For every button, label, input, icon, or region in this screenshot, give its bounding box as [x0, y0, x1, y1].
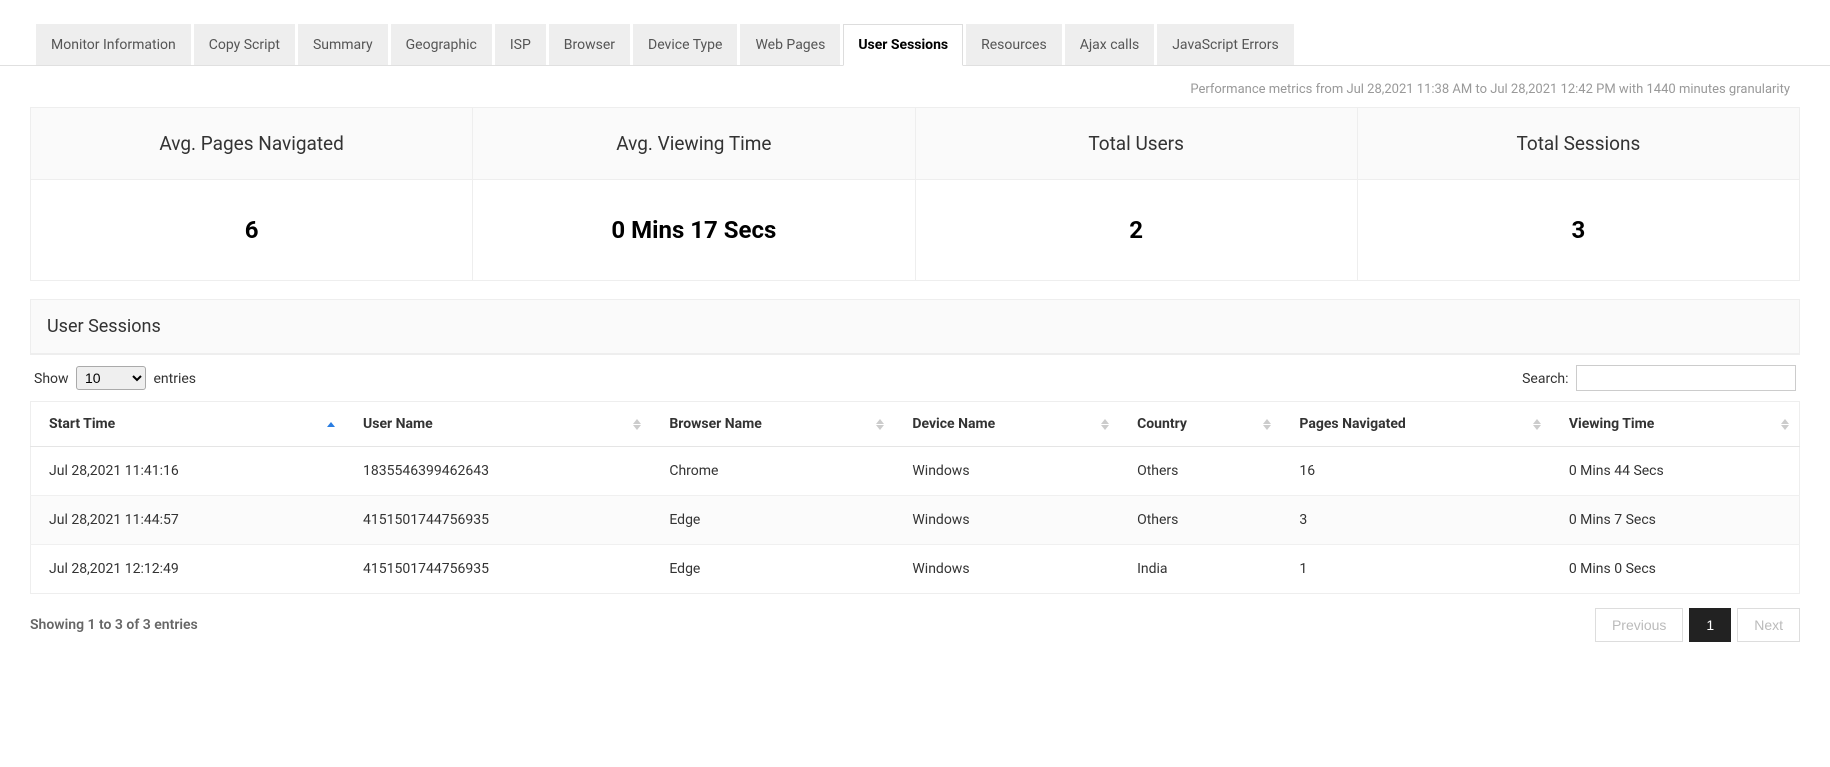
column-header[interactable]: Viewing Time — [1551, 402, 1800, 447]
pager: Previous 1 Next — [1595, 608, 1800, 642]
cell-pages: 16 — [1281, 447, 1550, 496]
show-label: Show — [34, 371, 69, 387]
tab-javascript-errors[interactable]: JavaScript Errors — [1157, 24, 1294, 65]
tab-geographic[interactable]: Geographic — [391, 24, 492, 65]
cell-pages: 1 — [1281, 545, 1550, 594]
column-header-label: Start Time — [49, 416, 115, 432]
cell-user: 1835546399462643 — [345, 447, 651, 496]
column-header[interactable]: Start Time — [31, 402, 346, 447]
entries-select[interactable]: 10 — [76, 366, 146, 390]
tab-device-type[interactable]: Device Type — [633, 24, 737, 65]
tab-monitor-information[interactable]: Monitor Information — [36, 24, 191, 65]
stat-label: Avg. Pages Navigated — [31, 108, 472, 180]
panel-title: User Sessions — [31, 300, 1799, 354]
previous-button[interactable]: Previous — [1595, 608, 1683, 642]
tab-user-sessions[interactable]: User Sessions — [843, 24, 963, 66]
page-1-button[interactable]: 1 — [1689, 608, 1731, 642]
cell-user: 4151501744756935 — [345, 496, 651, 545]
tab-web-pages[interactable]: Web Pages — [740, 24, 840, 65]
cell-start: Jul 28,2021 11:44:57 — [31, 496, 346, 545]
cell-device: Windows — [894, 496, 1119, 545]
stat-card: Total Users2 — [916, 108, 1358, 280]
column-header-label: Country — [1137, 416, 1187, 432]
tab-summary[interactable]: Summary — [298, 24, 388, 65]
table-row[interactable]: Jul 28,2021 12:12:494151501744756935Edge… — [31, 545, 1800, 594]
column-header[interactable]: Device Name — [894, 402, 1119, 447]
table-controls: Show 10 entries Search: — [30, 355, 1800, 395]
entries-label: entries — [154, 371, 197, 387]
stat-value: 3 — [1358, 180, 1799, 280]
sort-icon — [1101, 417, 1111, 431]
entries-control: Show 10 entries — [34, 366, 196, 390]
stat-card: Avg. Pages Navigated6 — [31, 108, 473, 280]
column-header-label: Pages Navigated — [1299, 416, 1405, 432]
performance-metrics-line: Performance metrics from Jul 28,2021 11:… — [0, 66, 1830, 107]
search-input[interactable] — [1576, 365, 1796, 391]
stat-label: Total Sessions — [1358, 108, 1799, 180]
tab-isp[interactable]: ISP — [495, 24, 546, 65]
cell-viewing: 0 Mins 0 Secs — [1551, 545, 1800, 594]
column-header[interactable]: Pages Navigated — [1281, 402, 1550, 447]
column-header[interactable]: User Name — [345, 402, 651, 447]
cell-device: Windows — [894, 447, 1119, 496]
cell-browser: Edge — [651, 545, 894, 594]
sort-icon — [327, 417, 337, 431]
cell-viewing: 0 Mins 44 Secs — [1551, 447, 1800, 496]
stat-card: Avg. Viewing Time0 Mins 17 Secs — [473, 108, 915, 280]
table-footer: Showing 1 to 3 of 3 entries Previous 1 N… — [30, 608, 1800, 642]
search-label: Search: — [1522, 371, 1568, 387]
sort-icon — [633, 417, 643, 431]
sort-icon — [1263, 417, 1273, 431]
stat-label: Total Users — [916, 108, 1357, 180]
search-control: Search: — [1522, 365, 1796, 391]
cell-start: Jul 28,2021 12:12:49 — [31, 545, 346, 594]
cell-pages: 3 — [1281, 496, 1550, 545]
cell-viewing: 0 Mins 7 Secs — [1551, 496, 1800, 545]
cell-device: Windows — [894, 545, 1119, 594]
cell-country: India — [1119, 545, 1281, 594]
stats-row: Avg. Pages Navigated6Avg. Viewing Time0 … — [30, 107, 1800, 281]
cell-browser: Edge — [651, 496, 894, 545]
stat-value: 2 — [916, 180, 1357, 280]
column-header[interactable]: Country — [1119, 402, 1281, 447]
column-header-label: Viewing Time — [1569, 416, 1654, 432]
column-header[interactable]: Browser Name — [651, 402, 894, 447]
cell-start: Jul 28,2021 11:41:16 — [31, 447, 346, 496]
user-sessions-panel: User Sessions — [30, 299, 1800, 355]
next-button[interactable]: Next — [1737, 608, 1800, 642]
stat-value: 6 — [31, 180, 472, 280]
tab-browser[interactable]: Browser — [549, 24, 630, 65]
sessions-table: Start Time User Name Browser Name Device Na… — [30, 401, 1800, 594]
table-row[interactable]: Jul 28,2021 11:44:574151501744756935Edge… — [31, 496, 1800, 545]
column-header-label: Device Name — [912, 416, 995, 432]
footer-info: Showing 1 to 3 of 3 entries — [30, 617, 198, 633]
stat-value: 0 Mins 17 Secs — [473, 180, 914, 280]
cell-country: Others — [1119, 447, 1281, 496]
table-row[interactable]: Jul 28,2021 11:41:161835546399462643Chro… — [31, 447, 1800, 496]
column-header-label: Browser Name — [669, 416, 761, 432]
sort-icon — [1781, 417, 1791, 431]
stat-card: Total Sessions3 — [1358, 108, 1799, 280]
sort-icon — [1533, 417, 1543, 431]
sort-icon — [876, 417, 886, 431]
tab-copy-script[interactable]: Copy Script — [194, 24, 295, 65]
tab-resources[interactable]: Resources — [966, 24, 1062, 65]
tab-ajax-calls[interactable]: Ajax calls — [1065, 24, 1155, 65]
tabs-bar: Monitor InformationCopy ScriptSummaryGeo… — [0, 24, 1830, 66]
cell-browser: Chrome — [651, 447, 894, 496]
cell-country: Others — [1119, 496, 1281, 545]
column-header-label: User Name — [363, 416, 433, 432]
cell-user: 4151501744756935 — [345, 545, 651, 594]
stat-label: Avg. Viewing Time — [473, 108, 914, 180]
